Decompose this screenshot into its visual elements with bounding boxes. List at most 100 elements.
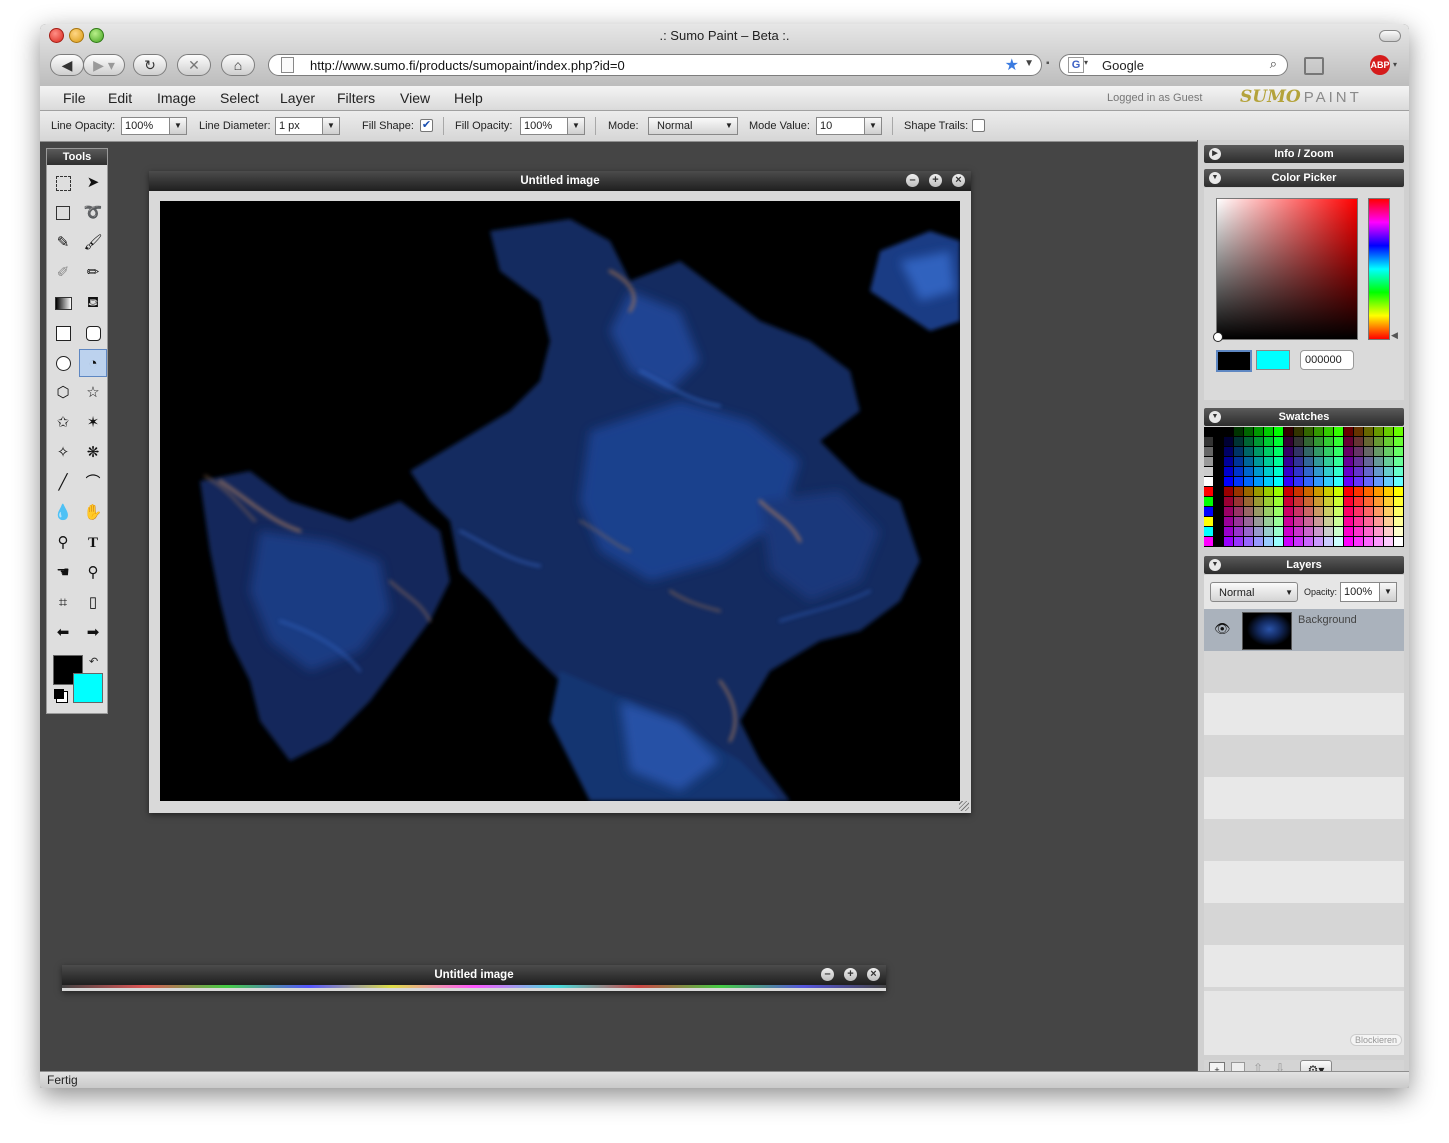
rect-select-icon[interactable]	[49, 169, 77, 197]
color-swatch[interactable]	[1324, 507, 1333, 516]
color-swatch[interactable]	[1304, 487, 1313, 496]
color-swatch[interactable]	[1294, 467, 1303, 476]
color-swatch[interactable]	[1364, 507, 1373, 516]
color-swatch[interactable]	[1334, 497, 1343, 506]
star-outline-icon[interactable]: ✩	[49, 409, 77, 437]
eye-visibility-icon[interactable]: 👁	[1214, 621, 1231, 637]
crop-icon[interactable]: ⌗	[49, 589, 77, 617]
color-swatch[interactable]	[1294, 527, 1303, 536]
hex-color-input[interactable]: 000000	[1300, 350, 1354, 370]
color-swatch[interactable]	[1364, 527, 1373, 536]
chevron-down-icon[interactable]: ▼	[169, 118, 186, 134]
color-swatch[interactable]	[1274, 487, 1283, 496]
color-swatch[interactable]	[1214, 437, 1223, 446]
color-swatch[interactable]	[1314, 437, 1323, 446]
color-swatch[interactable]	[1314, 537, 1323, 546]
color-swatch[interactable]	[1224, 447, 1233, 456]
color-swatch[interactable]	[1224, 497, 1233, 506]
color-swatch[interactable]	[1364, 467, 1373, 476]
color-swatch[interactable]	[1364, 487, 1373, 496]
color-swatch[interactable]	[1324, 487, 1333, 496]
color-swatch[interactable]	[1364, 497, 1373, 506]
color-swatch[interactable]	[1294, 457, 1303, 466]
menu-image[interactable]: Image	[157, 90, 196, 106]
chevron-down-icon[interactable]: ▼	[721, 118, 737, 134]
color-swatch[interactable]	[1394, 517, 1403, 526]
shape-trails-checkbox[interactable]	[972, 119, 985, 132]
hexagon-icon[interactable]: ⬡	[49, 379, 77, 407]
color-swatch[interactable]	[1354, 477, 1363, 486]
fill-opacity-input[interactable]: 100% ▼	[520, 117, 585, 135]
saturation-brightness-field[interactable]	[1216, 198, 1358, 340]
color-swatch[interactable]	[1354, 527, 1363, 536]
color-swatch[interactable]	[1354, 437, 1363, 446]
color-swatch[interactable]	[1304, 537, 1313, 546]
url-bar[interactable]: http://www.sumo.fi/products/sumopaint/in…	[268, 54, 1042, 76]
stop-button[interactable]: ✕	[177, 54, 211, 76]
color-swatch[interactable]	[1284, 487, 1293, 496]
color-swatch[interactable]	[1204, 467, 1213, 476]
color-swatch[interactable]	[1254, 517, 1263, 526]
color-swatch[interactable]	[1284, 427, 1293, 436]
color-swatch[interactable]	[1384, 507, 1393, 516]
color-swatch[interactable]	[1284, 447, 1293, 456]
color-swatch[interactable]	[1254, 477, 1263, 486]
color-swatch[interactable]	[1324, 517, 1333, 526]
color-swatch[interactable]	[1294, 487, 1303, 496]
color-swatch[interactable]	[1374, 477, 1383, 486]
color-swatch[interactable]	[1334, 437, 1343, 446]
color-swatch[interactable]	[1304, 497, 1313, 506]
color-swatch[interactable]	[1254, 497, 1263, 506]
color-swatch[interactable]	[1204, 517, 1213, 526]
color-swatch[interactable]	[1344, 437, 1353, 446]
color-swatch[interactable]	[1384, 447, 1393, 456]
color-swatch[interactable]	[1244, 517, 1253, 526]
color-swatch[interactable]	[1324, 477, 1333, 486]
color-swatch[interactable]	[1204, 427, 1213, 436]
color-swatch[interactable]	[1274, 507, 1283, 516]
text-tool-icon[interactable]: T	[79, 529, 107, 557]
color-swatch[interactable]	[1374, 527, 1383, 536]
color-swatch[interactable]	[1274, 437, 1283, 446]
color-swatch[interactable]	[1214, 427, 1223, 436]
color-swatch[interactable]	[1384, 537, 1393, 546]
color-swatch[interactable]	[1314, 497, 1323, 506]
swatches-panel-header[interactable]: ▼ Swatches	[1204, 408, 1404, 426]
color-swatch[interactable]	[1264, 477, 1273, 486]
color-swatch[interactable]	[1264, 457, 1273, 466]
color-swatch[interactable]	[1324, 497, 1333, 506]
resize-grip-icon[interactable]	[959, 801, 969, 811]
search-field[interactable]: G ▾ Google ⌕	[1059, 54, 1288, 76]
color-swatch[interactable]	[1374, 447, 1383, 456]
pie-shape-icon[interactable]: ◔	[79, 349, 107, 377]
flower-icon[interactable]: ❋	[79, 439, 107, 467]
color-swatch[interactable]	[1234, 427, 1243, 436]
brush-icon[interactable]: ✎	[49, 229, 77, 257]
color-swatch[interactable]	[1224, 517, 1233, 526]
color-swatch[interactable]	[1374, 427, 1383, 436]
color-swatch[interactable]	[1204, 457, 1213, 466]
color-swatch[interactable]	[1254, 437, 1263, 446]
layers-panel-header[interactable]: ▼ Layers	[1204, 556, 1404, 574]
ellipse-icon[interactable]	[49, 349, 77, 377]
collapse-icon[interactable]: ▼	[1209, 559, 1221, 571]
color-swatch[interactable]	[1234, 497, 1243, 506]
color-swatch[interactable]	[1204, 537, 1213, 546]
color-swatch[interactable]	[1374, 537, 1383, 546]
color-swatch[interactable]	[1244, 437, 1253, 446]
color-swatch[interactable]	[1354, 457, 1363, 466]
clone-icon[interactable]: ✋	[79, 499, 107, 527]
color-swatch[interactable]	[1284, 507, 1293, 516]
color-swatch[interactable]	[1344, 507, 1353, 516]
color-swatch[interactable]	[1224, 437, 1233, 446]
color-swatch[interactable]	[1294, 447, 1303, 456]
mode-value-input[interactable]: 10 ▼	[816, 117, 882, 135]
eyedropper-icon[interactable]: ⚲	[49, 529, 77, 557]
color-swatch[interactable]	[1314, 477, 1323, 486]
color-swatch[interactable]	[1394, 497, 1403, 506]
color-swatch[interactable]	[1244, 447, 1253, 456]
reload-button[interactable]: ↻	[133, 54, 167, 76]
eraser-icon[interactable]: ✐	[49, 259, 77, 287]
move-arrow-icon[interactable]: ➤	[79, 169, 107, 197]
paint-bucket-icon[interactable]: ⛾	[79, 289, 107, 317]
